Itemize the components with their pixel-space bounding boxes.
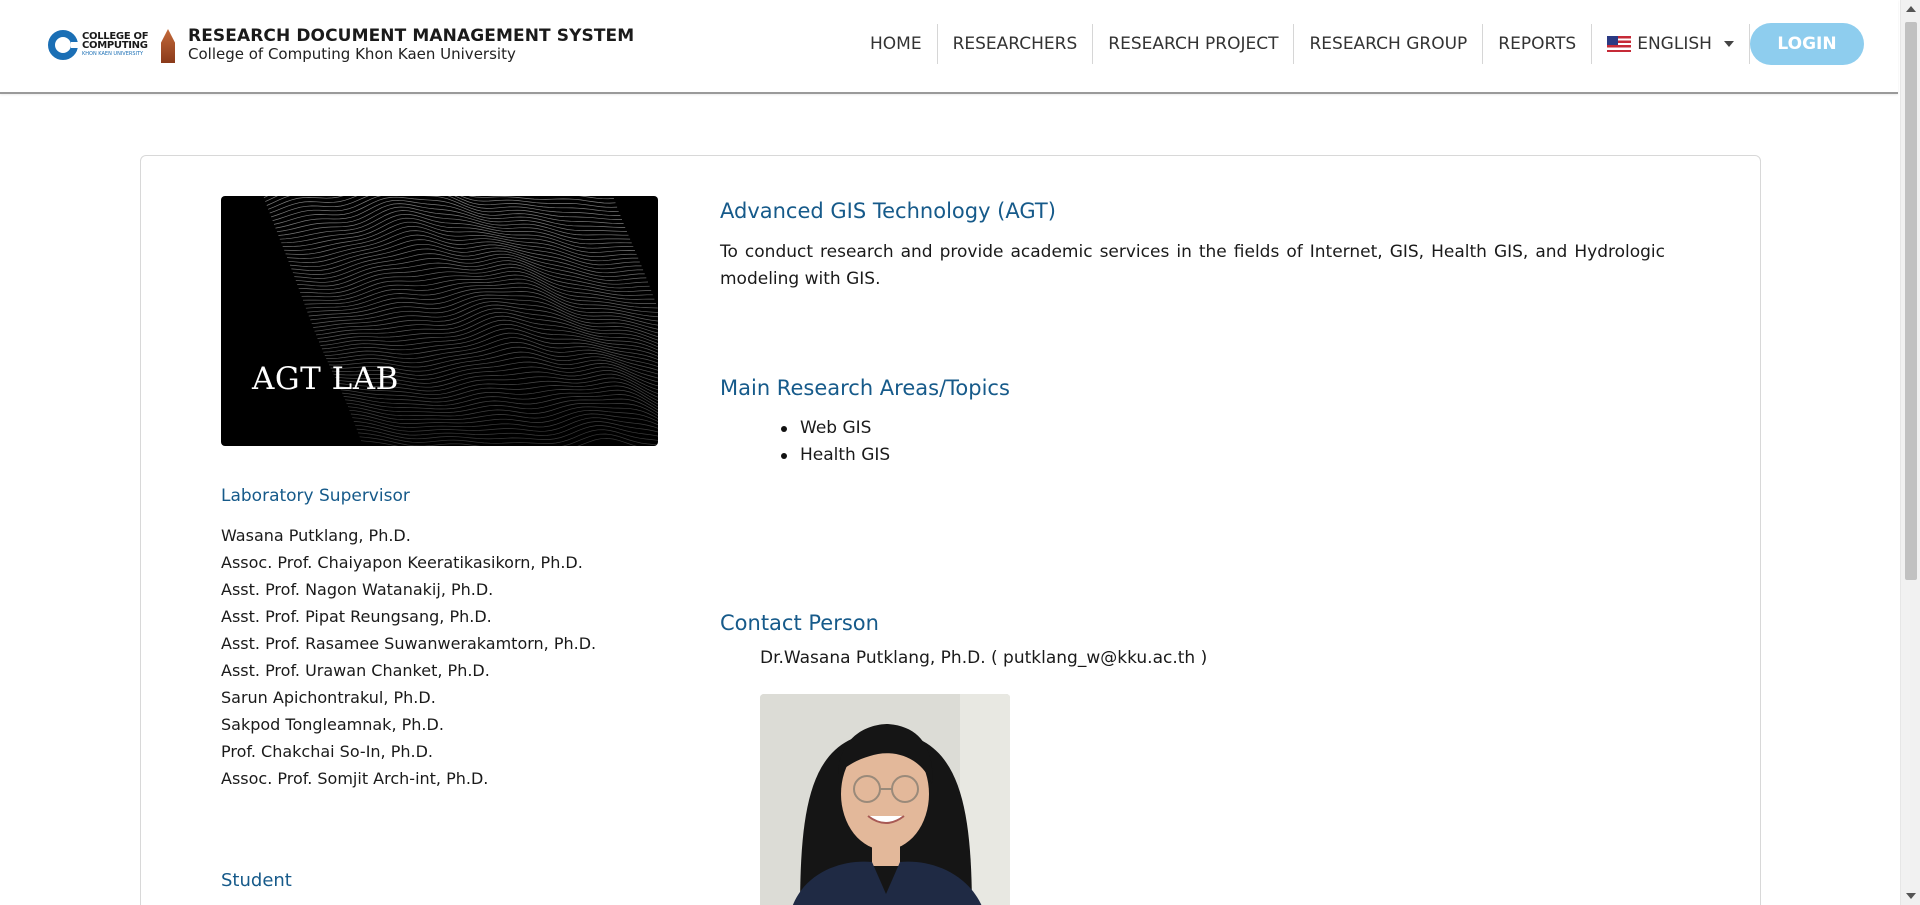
- list-item: Sakpod Tongleamnak, Ph.D.: [221, 715, 444, 734]
- language-dropdown[interactable]: ENGLISH: [1592, 24, 1750, 64]
- terrain-line: [352, 413, 658, 428]
- terrain-line: [355, 421, 658, 436]
- bullet-icon: [781, 453, 787, 459]
- page-scrollbar[interactable]: [1900, 0, 1920, 905]
- contact-person: Dr.Wasana Putklang, Ph.D. ( putklang_w@k…: [760, 648, 1208, 668]
- contact-person-photo: [760, 694, 1010, 905]
- list-item: Web GIS: [781, 415, 890, 442]
- terrain-line: [300, 267, 653, 296]
- brand[interactable]: COLLEGE OF COMPUTING KHON KAEN UNIVERSIT…: [48, 24, 634, 66]
- terrain-line: [301, 270, 655, 300]
- lab-banner-caption: AGT LAB: [252, 361, 399, 397]
- terrain-line: [311, 297, 658, 330]
- terrain-line: [272, 196, 623, 222]
- system-title: RESEARCH DOCUMENT MANAGEMENT SYSTEM: [188, 26, 635, 46]
- student-heading: Student: [221, 870, 292, 891]
- list-item: Asst. Prof. Urawan Chanket, Ph.D.: [221, 661, 490, 680]
- list-item: Asst. Prof. Pipat Reungsang, Ph.D.: [221, 607, 492, 626]
- list-item: Health GIS: [781, 442, 890, 469]
- bullet-icon: [781, 426, 787, 432]
- supervisor-heading: Laboratory Supervisor: [221, 486, 410, 506]
- university-tower-logo: [156, 25, 180, 65]
- terrain-wireframe-graphic: [263, 196, 658, 446]
- contact-heading: Contact Person: [720, 611, 879, 635]
- terrain-line: [295, 257, 649, 285]
- language-label: ENGLISH: [1637, 34, 1712, 54]
- logo-ring-icon: [48, 30, 79, 60]
- list-item: Assoc. Prof. Chaiyapon Keeratikasikorn, …: [221, 553, 583, 572]
- research-areas-heading: Main Research Areas/Topics: [720, 376, 1010, 400]
- scrollbar-thumb[interactable]: [1905, 22, 1917, 580]
- nav-home[interactable]: HOME: [855, 24, 938, 64]
- group-title: Advanced GIS Technology (AGT): [720, 199, 1056, 223]
- list-item: Assoc. Prof. Somjit Arch-int, Ph.D.: [221, 769, 489, 788]
- lab-banner-image: AGT LAB: [221, 196, 658, 446]
- terrain-line: [310, 294, 658, 326]
- caret-down-icon: [1723, 41, 1734, 47]
- system-subtitle: College of Computing Khon Kaen Universit…: [188, 45, 516, 63]
- terrain-line: [275, 199, 626, 229]
- scroll-down-icon[interactable]: [1906, 893, 1916, 899]
- main-nav: HOME RESEARCHERS RESEARCH PROJECT RESEAR…: [855, 24, 1750, 64]
- nav-research-group[interactable]: RESEARCH GROUP: [1294, 24, 1484, 64]
- list-item: Asst. Prof. Rasamee Suwanwerakamtorn, Ph…: [221, 634, 597, 653]
- terrain-line: [350, 409, 658, 424]
- list-item: Prof. Chakchai So-In, Ph.D.: [221, 742, 434, 761]
- group-description: To conduct research and provide academic…: [720, 242, 1665, 289]
- list-item: Wasana Putklang, Ph.D.: [221, 526, 411, 545]
- nav-reports[interactable]: REPORTS: [1483, 24, 1593, 64]
- us-flag-icon: [1607, 36, 1632, 52]
- terrain-line: [292, 248, 645, 278]
- college-of-computing-logo: COLLEGE OF COMPUTING KHON KAEN UNIVERSIT…: [48, 24, 150, 66]
- terrain-line: [268, 196, 618, 210]
- navbar: COLLEGE OF COMPUTING KHON KAEN UNIVERSIT…: [0, 0, 1898, 94]
- terrain-line: [359, 433, 658, 446]
- nav-research-project[interactable]: RESEARCH PROJECT: [1093, 24, 1295, 64]
- terrain-line: [298, 263, 652, 293]
- nav-researchers[interactable]: RESEARCHERS: [938, 24, 1094, 64]
- list-item: Sarun Apichontrakul, Ph.D.: [221, 688, 436, 707]
- list-item: Asst. Prof. Nagon Watanakij, Ph.D.: [221, 580, 494, 599]
- login-button[interactable]: LOGIN: [1750, 23, 1864, 65]
- research-areas-list: Web GIS Health GIS: [781, 415, 890, 469]
- supervisor-list: Wasana Putklang, Ph.D. Assoc. Prof. Chai…: [221, 522, 596, 792]
- scroll-up-icon[interactable]: [1906, 6, 1916, 12]
